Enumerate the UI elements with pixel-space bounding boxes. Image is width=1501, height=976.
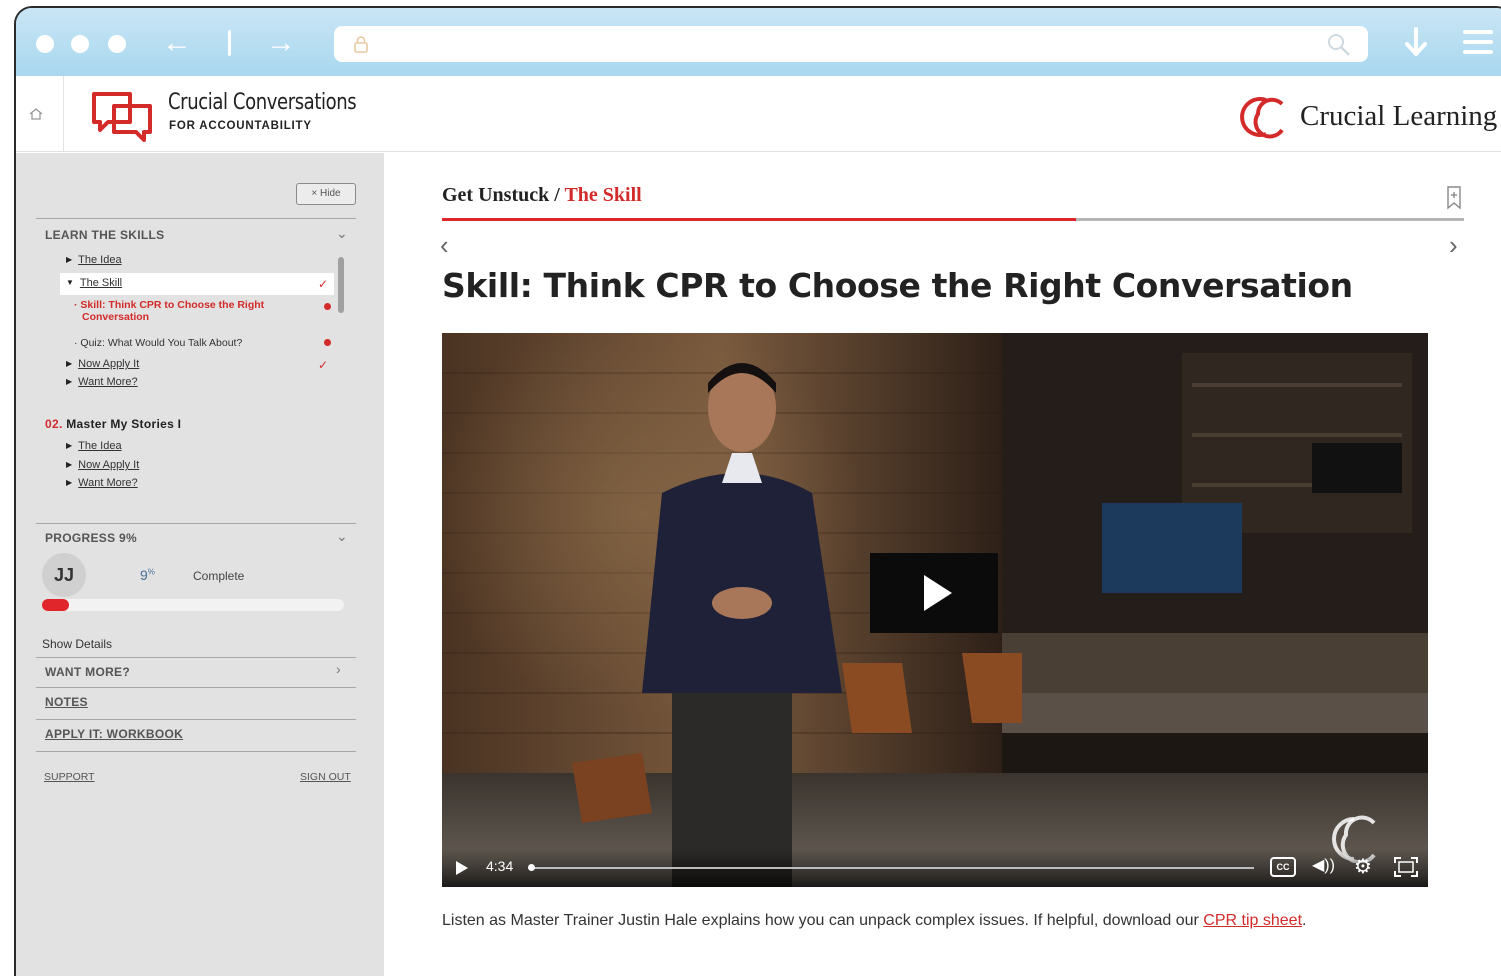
video-time: 4:34	[486, 858, 514, 874]
browser-window: ← → Crucial Conversations FOR ACCOUNTABI…	[14, 6, 1501, 976]
video-controls: 4:34 CC ◀)) ⚙	[442, 849, 1428, 887]
chevron-right-icon[interactable]: ›	[336, 661, 341, 677]
chevron-down-icon[interactable]: ⌄	[336, 225, 348, 242]
play-icon	[924, 575, 952, 611]
checkmark-icon: ✓	[318, 277, 329, 291]
progress-bar-fill	[42, 599, 70, 611]
brand-name: Crucial Learning	[1300, 100, 1498, 132]
learn-skills-heading[interactable]: LEARN THE SKILLS	[45, 228, 164, 242]
hamburger-menu-icon[interactable]	[1463, 30, 1493, 56]
progress-bar	[42, 599, 344, 611]
product-subtitle: FOR ACCOUNTABILITY	[169, 120, 312, 132]
nav-separator	[228, 30, 231, 56]
bookmark-icon[interactable]	[1446, 186, 1462, 210]
download-icon[interactable]	[1401, 26, 1431, 60]
home-icon	[29, 108, 43, 120]
browser-toolbar: ← →	[16, 8, 1501, 76]
volume-icon[interactable]: ◀))	[1312, 855, 1335, 875]
notes-link[interactable]: NOTES	[45, 695, 88, 709]
chevron-right-icon[interactable]: ›	[1449, 230, 1458, 261]
video-description: Listen as Master Trainer Justin Hale exp…	[442, 912, 1307, 929]
breadcrumb: Get Unstuck / The Skill	[442, 184, 642, 206]
breadcrumb-parent[interactable]: Get Unstuck	[442, 184, 549, 206]
course-sidebar: × Hide LEARN THE SKILLS ⌄ ▶ The Idea ▼ The…	[16, 153, 384, 976]
window-dot-maximize[interactable]	[108, 35, 126, 53]
breadcrumb-current: The Skill	[564, 184, 642, 206]
caret-right-icon: ▶	[66, 460, 73, 469]
lesson-progress-fill	[442, 218, 1076, 221]
sidebar-scrollbar[interactable]	[338, 257, 344, 313]
sidebar-item-m2-the-idea[interactable]: ▶ The Idea	[66, 440, 122, 452]
address-bar[interactable]	[334, 26, 1368, 62]
chevron-left-icon[interactable]: ‹	[440, 230, 449, 261]
cpr-tip-sheet-link[interactable]: CPR tip sheet	[1203, 912, 1302, 929]
hide-sidebar-button[interactable]: × Hide	[296, 183, 356, 205]
sidebar-item-the-idea[interactable]: ▶ The Idea	[66, 254, 122, 266]
caret-right-icon: ▶	[66, 478, 73, 487]
progress-percent: 9%	[140, 567, 155, 583]
forward-arrow-icon[interactable]: →	[266, 26, 296, 60]
back-arrow-icon[interactable]: ←	[162, 26, 192, 60]
show-details-link[interactable]: Show Details	[42, 637, 112, 651]
closed-captions-icon[interactable]: CC	[1270, 857, 1296, 877]
speech-bubbles-logo-icon	[92, 92, 152, 142]
video-scrubber[interactable]	[530, 867, 1254, 869]
avatar: JJ	[42, 553, 86, 597]
caret-right-icon: ▶	[66, 255, 73, 264]
incomplete-dot-icon	[324, 339, 331, 346]
caret-right-icon: ▶	[66, 441, 73, 450]
sidebar-subitem-skill-cpr[interactable]: · Skill: Think CPR to Choose the Right C…	[74, 299, 264, 323]
lesson-progress-bar	[442, 218, 1464, 221]
play-icon[interactable]	[456, 861, 468, 875]
product-title: Crucial Conversations	[168, 90, 357, 115]
play-button[interactable]	[870, 553, 998, 633]
caret-right-icon: ▶	[66, 377, 73, 386]
divider	[36, 719, 356, 720]
app-header: Crucial Conversations FOR ACCOUNTABILITY…	[16, 76, 1501, 152]
sidebar-item-m2-now-apply-it[interactable]: ▶ Now Apply It	[66, 459, 139, 471]
home-button[interactable]	[16, 76, 64, 152]
progress-label: Complete	[193, 569, 245, 583]
sidebar-item-want-more[interactable]: ▶ Want More?	[66, 376, 138, 388]
window-dot-minimize[interactable]	[71, 35, 89, 53]
sidebar-subitem-quiz[interactable]: · Quiz: What Would You Talk About?	[74, 337, 242, 349]
search-icon[interactable]	[1326, 32, 1352, 58]
window-dot-close[interactable]	[36, 35, 54, 53]
page-title: Skill: Think CPR to Choose the Right Con…	[442, 266, 1353, 305]
current-dot-icon	[324, 303, 331, 310]
lock-icon	[354, 36, 368, 53]
sidebar-item-now-apply-it[interactable]: ▶ Now Apply It	[66, 358, 139, 370]
fullscreen-icon[interactable]	[1394, 857, 1418, 877]
want-more-section[interactable]: WANT MORE?	[45, 665, 130, 679]
scrubber-handle[interactable]	[528, 864, 535, 871]
chevron-down-icon[interactable]: ⌄	[336, 528, 348, 545]
divider	[36, 218, 356, 219]
crucial-learning-logo-icon	[1240, 97, 1284, 139]
divider	[36, 751, 356, 752]
video-player[interactable]: 4:34 CC ◀)) ⚙	[442, 333, 1428, 887]
caret-down-icon: ▼	[66, 278, 74, 287]
sidebar-item-m2-want-more[interactable]: ▶ Want More?	[66, 477, 138, 489]
workbook-link[interactable]: APPLY IT: WORKBOOK	[45, 727, 183, 741]
checkmark-icon: ✓	[318, 358, 329, 372]
sign-out-link[interactable]: SIGN OUT	[300, 771, 351, 783]
progress-heading[interactable]: PROGRESS 9%	[45, 531, 137, 545]
module-2-heading[interactable]: 02. Master My Stories I	[45, 417, 181, 431]
divider	[36, 657, 356, 658]
sidebar-item-the-skill[interactable]: ▼ The Skill	[66, 277, 122, 289]
divider	[36, 687, 356, 688]
divider	[36, 523, 356, 524]
support-link[interactable]: SUPPORT	[44, 771, 95, 783]
caret-right-icon: ▶	[66, 359, 73, 368]
gear-icon[interactable]: ⚙	[1354, 854, 1372, 879]
